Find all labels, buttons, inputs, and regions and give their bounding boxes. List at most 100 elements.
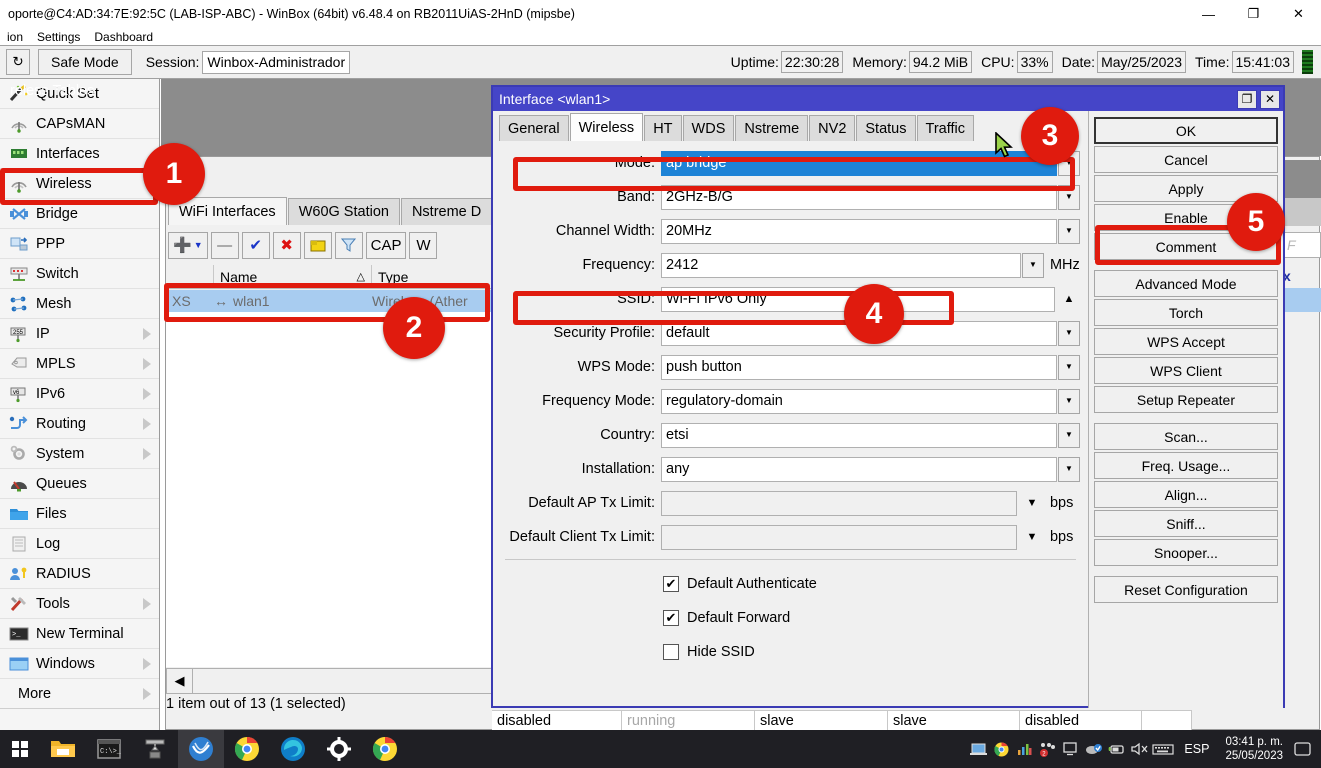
wt-disable-button[interactable]: ✖: [273, 232, 301, 259]
setup-repeater-button[interactable]: Setup Repeater: [1094, 386, 1278, 413]
wps-accept-button[interactable]: WPS Accept: [1094, 328, 1278, 355]
chrome-icon[interactable]: [224, 730, 270, 768]
torch-button[interactable]: Torch: [1094, 299, 1278, 326]
frequency-mode-dropdown-icon[interactable]: ▼: [1058, 389, 1080, 414]
wt-filter-button[interactable]: [335, 232, 363, 259]
band-input[interactable]: 2GHz-B/G: [661, 185, 1057, 210]
notification-center-icon[interactable]: [1289, 730, 1315, 768]
scroll-left-icon[interactable]: ◀: [167, 669, 193, 693]
mode-input[interactable]: ap bridge: [661, 151, 1057, 176]
tab-status[interactable]: Status: [856, 115, 915, 141]
minimize-icon[interactable]: —: [1186, 0, 1231, 28]
hide-ssid-checkbox[interactable]: [663, 644, 679, 660]
volume-muted-icon[interactable]: [1128, 730, 1151, 768]
sidebar-item-ipv6[interactable]: v6IPv6: [0, 379, 159, 409]
tab-general[interactable]: General: [499, 115, 569, 141]
clock[interactable]: 03:41 p. m. 25/05/2023: [1219, 735, 1289, 763]
undo-button[interactable]: ↻: [6, 49, 30, 75]
ssid-up-icon[interactable]: ▲: [1058, 287, 1080, 312]
sidebar-item-log[interactable]: Log: [0, 529, 159, 559]
menu-item-session[interactable]: ion: [0, 30, 30, 44]
sidebar-item-tools[interactable]: Tools: [0, 589, 159, 619]
frequency-mode-input[interactable]: regulatory-domain: [661, 389, 1057, 414]
checkbox-row-hide-ssid[interactable]: Hide SSID: [493, 638, 1088, 666]
background-filter-field[interactable]: F: [1283, 232, 1321, 258]
language-indicator[interactable]: ESP: [1174, 742, 1219, 756]
default-ap-tx-limit-dropdown-icon[interactable]: ▼: [1020, 491, 1044, 516]
sidebar-item-bridge[interactable]: Bridge: [0, 199, 159, 229]
wt-add-button[interactable]: ➕▼: [168, 232, 208, 259]
sidebar-item-wireless[interactable]: Wireless: [0, 169, 159, 199]
default-client-tx-limit-dropdown-icon[interactable]: ▼: [1020, 525, 1044, 550]
wt-tab-nstreme-d[interactable]: Nstreme D: [401, 198, 492, 225]
ok-button[interactable]: OK: [1094, 117, 1278, 144]
sidebar-item-ppp[interactable]: PPP: [0, 229, 159, 259]
default-authenticate-checkbox[interactable]: ✔: [663, 576, 679, 592]
column-name[interactable]: Name △: [214, 265, 372, 288]
checkbox-row-default-authenticate[interactable]: ✔Default Authenticate: [493, 570, 1088, 598]
dialog-restore-icon[interactable]: ❐: [1237, 90, 1257, 109]
wireless-table-list-area[interactable]: [166, 312, 496, 667]
start-button[interactable]: [0, 730, 40, 768]
freq-usage-button[interactable]: Freq. Usage...: [1094, 452, 1278, 479]
cancel-button[interactable]: Cancel: [1094, 146, 1278, 173]
sidebar-item-system[interactable]: System: [0, 439, 159, 469]
chrome2-icon[interactable]: [362, 730, 408, 768]
wt-wps-button[interactable]: W: [409, 232, 437, 259]
wt-tab-w60g-station[interactable]: W60G Station: [288, 198, 400, 225]
advanced-mode-button[interactable]: Advanced Mode: [1094, 270, 1278, 297]
keyboard-icon[interactable]: [1151, 730, 1174, 768]
sidebar-item-ip[interactable]: 255IP: [0, 319, 159, 349]
close-icon[interactable]: ✕: [1276, 0, 1321, 28]
sidebar-item-interfaces[interactable]: Interfaces: [0, 139, 159, 169]
scan-button[interactable]: Scan...: [1094, 423, 1278, 450]
terminal-icon[interactable]: C:\>_: [86, 730, 132, 768]
tab-ht[interactable]: HT: [644, 115, 681, 141]
display-icon[interactable]: [1059, 730, 1082, 768]
frequency-dropdown-icon[interactable]: ▼: [1022, 253, 1044, 278]
tab-nstreme[interactable]: Nstreme: [735, 115, 808, 141]
session-field[interactable]: Winbox-Administrador: [202, 51, 350, 74]
equalizer-icon[interactable]: [1013, 730, 1036, 768]
wireless-tables-scrollbar[interactable]: ◀: [166, 668, 496, 694]
dialog-close-icon[interactable]: ✕: [1260, 90, 1280, 109]
battery-icon[interactable]: [1105, 730, 1128, 768]
sidebar-item-radius[interactable]: RADIUS: [0, 559, 159, 589]
installation-input[interactable]: any: [661, 457, 1057, 482]
laptop-icon[interactable]: [967, 730, 990, 768]
sidebar-item-routing[interactable]: Routing: [0, 409, 159, 439]
frequency-input[interactable]: 2412: [661, 253, 1021, 278]
wps-mode-dropdown-icon[interactable]: ▼: [1058, 355, 1080, 380]
restore-icon[interactable]: ❐: [1231, 0, 1276, 28]
wt-cap-button[interactable]: CAP: [366, 232, 407, 259]
wps-client-button[interactable]: WPS Client: [1094, 357, 1278, 384]
wt-remove-button[interactable]: —: [211, 232, 239, 259]
default-forward-checkbox[interactable]: ✔: [663, 610, 679, 626]
sidebar-item-mesh[interactable]: Mesh: [0, 289, 159, 319]
notification-icon[interactable]: 2: [1036, 730, 1059, 768]
network-tool-icon[interactable]: [132, 730, 178, 768]
default-ap-tx-limit-input[interactable]: [661, 491, 1017, 516]
channel-width-input[interactable]: 20MHz: [661, 219, 1057, 244]
menu-item-dashboard[interactable]: Dashboard: [87, 30, 160, 44]
sniff-button[interactable]: Sniff...: [1094, 510, 1278, 537]
sidebar-item-switch[interactable]: Switch: [0, 259, 159, 289]
tab-wds[interactable]: WDS: [683, 115, 735, 141]
safe-mode-button[interactable]: Safe Mode: [38, 49, 132, 75]
wt-enable-button[interactable]: ✔: [242, 232, 270, 259]
sidebar-item-windows[interactable]: Windows: [0, 649, 159, 679]
snooper-button[interactable]: Snooper...: [1094, 539, 1278, 566]
country-dropdown-icon[interactable]: ▼: [1058, 423, 1080, 448]
wps-mode-input[interactable]: push button: [661, 355, 1057, 380]
antivirus-icon[interactable]: [1082, 730, 1105, 768]
reset-configuration-button[interactable]: Reset Configuration: [1094, 576, 1278, 603]
checkbox-row-default-forward[interactable]: ✔Default Forward: [493, 604, 1088, 632]
settings-gear-icon[interactable]: [316, 730, 362, 768]
installation-dropdown-icon[interactable]: ▼: [1058, 457, 1080, 482]
sidebar-item-mpls[interactable]: MPLS: [0, 349, 159, 379]
column-type[interactable]: Type: [372, 265, 496, 288]
default-client-tx-limit-input[interactable]: [661, 525, 1017, 550]
wt-comment-button[interactable]: [304, 232, 332, 259]
chrome-tray-icon[interactable]: [990, 730, 1013, 768]
channel-width-dropdown-icon[interactable]: ▼: [1058, 219, 1080, 244]
